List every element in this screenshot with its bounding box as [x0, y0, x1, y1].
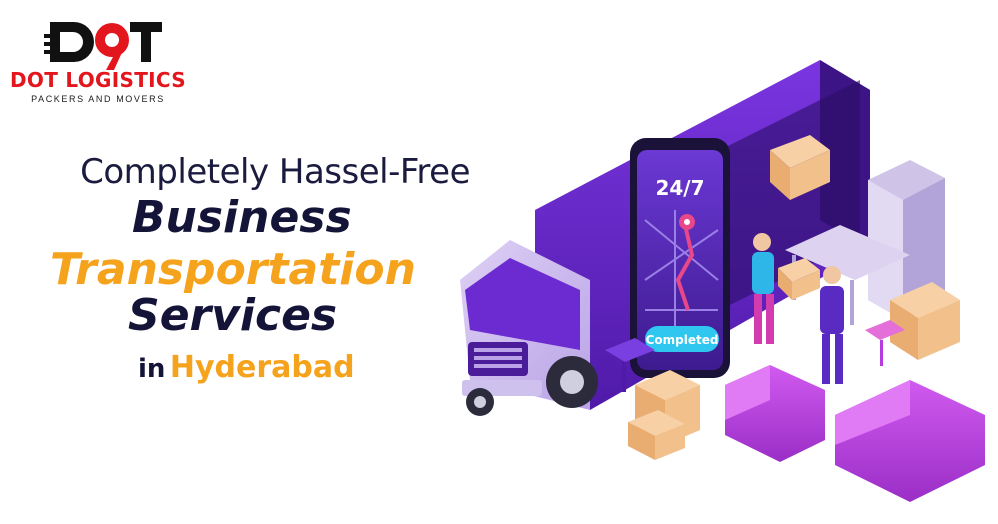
phone-header: 24/7: [655, 176, 704, 200]
headline-line-3: Transportation: [50, 244, 416, 295]
headline-prefix: in: [138, 354, 166, 384]
brand-logo: DOT LOGISTICS PACKERS AND MOVERS: [8, 14, 188, 104]
brand-name: DOT LOGISTICS: [10, 68, 186, 92]
brand-tagline: PACKERS AND MOVERS: [31, 94, 165, 104]
phone-illustration: 24/7 Completed: [630, 138, 730, 378]
headline-location: in Hyderabad: [138, 350, 355, 385]
location-pin-icon: [679, 214, 695, 230]
headline-city: Hyderabad: [169, 350, 355, 385]
dot-logo-icon: [44, 22, 162, 70]
phone-status: Completed: [646, 333, 719, 347]
sofa-illustration: [725, 365, 985, 502]
headline-line-2: Business: [132, 192, 352, 243]
headline-line-4: Services: [128, 290, 338, 341]
box-stack-bottom: [628, 370, 700, 460]
headline-line-1: Completely Hassel-Free: [80, 152, 470, 192]
moving-illustration: 24/7 Completed: [460, 60, 985, 502]
